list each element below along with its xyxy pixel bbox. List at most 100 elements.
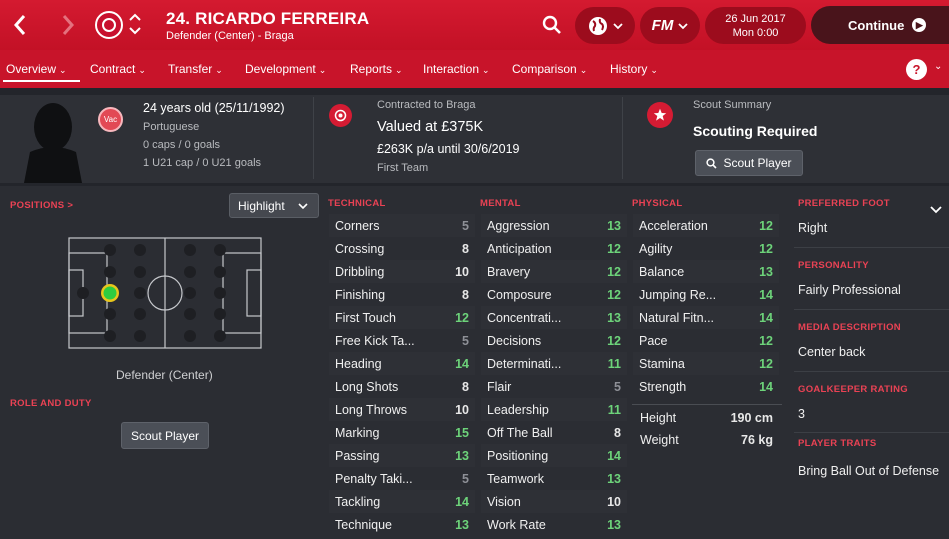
attribute-row[interactable]: Anticipation 12 <box>487 237 621 260</box>
attribute-value: 5 <box>462 471 469 486</box>
scout-player-button[interactable]: Scout Player <box>121 422 209 449</box>
chevron-down-icon[interactable]: ⌄ <box>934 61 942 72</box>
preferred-foot-value: Right <box>798 221 828 235</box>
highlight-dropdown[interactable]: Highlight <box>229 193 319 218</box>
attribute-row[interactable]: Decisions 12 <box>487 329 621 352</box>
fm-menu-button[interactable]: FM <box>640 7 700 44</box>
tab-interaction[interactable]: Interaction ⌄ <box>423 62 490 76</box>
attribute-row[interactable]: Stamina 12 <box>639 352 773 375</box>
attribute-name: Finishing <box>335 287 386 302</box>
attribute-row[interactable]: Teamwork 13 <box>487 467 621 490</box>
chevron-down-icon: ⌄ <box>318 65 327 75</box>
player-trait-item[interactable]: Bring Ball Out of Defense <box>798 464 939 478</box>
player-caps: 0 caps / 0 goals <box>143 139 221 151</box>
attribute-row[interactable]: Long Shots 8 <box>335 375 469 398</box>
chevron-down-icon <box>613 22 623 29</box>
club-badge-icon[interactable] <box>95 11 123 39</box>
attribute-row[interactable]: Natural Fitn... 14 <box>639 306 773 329</box>
attribute-name: Concentrati... <box>487 310 562 325</box>
scout-player-label: Scout Player <box>723 156 792 170</box>
continue-label: Continue <box>848 17 905 33</box>
attribute-value: 10 <box>455 264 469 279</box>
position-label: Defender (Center) <box>116 368 213 382</box>
back-button[interactable] <box>8 10 32 40</box>
attribute-value: 11 <box>607 402 621 417</box>
attribute-row[interactable]: Penalty Taki... 5 <box>335 467 469 490</box>
attribute-row[interactable]: Determinati... 11 <box>487 352 621 375</box>
attribute-row[interactable]: Leadership 11 <box>487 398 621 421</box>
tab-overview[interactable]: Overview ⌄ <box>6 62 67 76</box>
attribute-row[interactable]: Free Kick Ta... 5 <box>335 329 469 352</box>
chevron-down-icon <box>295 199 311 213</box>
attribute-value: 12 <box>455 310 469 325</box>
positions-heading[interactable]: POSITIONS > <box>10 200 73 211</box>
attribute-row[interactable]: Vision 10 <box>487 490 621 513</box>
player-switch-arrows[interactable] <box>128 10 142 38</box>
physical-heading: PHYSICAL <box>632 198 683 209</box>
tab-transfer[interactable]: Transfer ⌄ <box>168 62 223 76</box>
attribute-value: 12 <box>607 241 621 256</box>
attribute-row[interactable]: Bravery 12 <box>487 260 621 283</box>
attribute-row[interactable]: Long Throws 10 <box>335 398 469 421</box>
attribute-name: Vision <box>487 494 521 509</box>
attribute-row[interactable]: Aggression 13 <box>487 214 621 237</box>
attribute-name: Aggression <box>487 218 550 233</box>
attribute-name: Stamina <box>639 356 685 371</box>
continue-button[interactable]: Continue ▶ <box>811 6 949 44</box>
attribute-row[interactable]: Pace 12 <box>639 329 773 352</box>
search-icon <box>542 15 561 34</box>
attribute-row[interactable]: Jumping Re... 14 <box>639 283 773 306</box>
attribute-name: Free Kick Ta... <box>335 333 415 348</box>
attribute-row[interactable]: Heading 14 <box>335 352 469 375</box>
attribute-row[interactable]: Acceleration 12 <box>639 214 773 237</box>
scout-player-button[interactable]: Scout Player <box>695 150 803 176</box>
attribute-name: Bravery <box>487 264 531 279</box>
position-pitch <box>68 237 262 349</box>
tab-label: Development <box>245 62 316 76</box>
attribute-row[interactable]: Composure 12 <box>487 283 621 306</box>
attribute-row[interactable]: Positioning 14 <box>487 444 621 467</box>
attribute-row[interactable]: Work Rate 13 <box>487 513 621 536</box>
attribute-row[interactable]: Finishing 8 <box>335 283 469 306</box>
attribute-row[interactable]: Tackling 14 <box>335 490 469 513</box>
attribute-row[interactable]: Corners 5 <box>335 214 469 237</box>
contract-label[interactable]: Contracted to Braga <box>377 99 475 111</box>
attribute-row[interactable]: Agility 12 <box>639 237 773 260</box>
attribute-row[interactable]: Flair 5 <box>487 375 621 398</box>
chevron-right-icon <box>62 15 75 35</box>
world-menu-button[interactable] <box>575 7 635 44</box>
attribute-name: Positioning <box>487 448 549 463</box>
tab-history[interactable]: History ⌄ <box>610 62 658 76</box>
game-date-button[interactable]: 26 Jun 2017 Mon 0:00 <box>705 7 806 44</box>
search-icon <box>706 157 718 169</box>
attribute-row[interactable]: Dribbling 10 <box>335 260 469 283</box>
attribute-name: Penalty Taki... <box>335 471 413 486</box>
attribute-row[interactable]: Strength 14 <box>639 375 773 398</box>
search-button[interactable] <box>540 13 564 37</box>
chevron-down-icon: ⌄ <box>579 65 588 75</box>
goalkeeper-rating-value: 3 <box>798 407 805 421</box>
weight-label: Weight <box>640 432 679 447</box>
attribute-row[interactable]: First Touch 12 <box>335 306 469 329</box>
play-icon: ▶ <box>912 18 927 32</box>
tab-comparison[interactable]: Comparison ⌄ <box>512 62 587 76</box>
tab-development[interactable]: Development ⌄ <box>245 62 326 76</box>
tab-contract[interactable]: Contract ⌄ <box>90 62 146 76</box>
attribute-row[interactable]: Technique 13 <box>335 513 469 536</box>
attribute-row[interactable]: Balance 13 <box>639 260 773 283</box>
attribute-row[interactable]: Marking 15 <box>335 421 469 444</box>
attribute-value: 14 <box>455 494 469 509</box>
weight-value: 76 kg <box>741 432 773 447</box>
attribute-value: 14 <box>759 379 773 394</box>
chevron-down-icon[interactable] <box>930 201 942 219</box>
player-age: 24 years old (25/11/1992) <box>143 101 285 115</box>
help-button[interactable]: ? <box>906 59 927 80</box>
attribute-row[interactable]: Concentrati... 13 <box>487 306 621 329</box>
forward-button[interactable] <box>56 10 80 40</box>
player-nationality[interactable]: Portuguese <box>143 121 199 133</box>
tab-reports[interactable]: Reports ⌄ <box>350 62 403 76</box>
attribute-row[interactable]: Crossing 8 <box>335 237 469 260</box>
attribute-row[interactable]: Off The Ball 8 <box>487 421 621 444</box>
attribute-row[interactable]: Passing 13 <box>335 444 469 467</box>
player-subtitle[interactable]: Defender (Center) - Braga <box>166 30 294 42</box>
